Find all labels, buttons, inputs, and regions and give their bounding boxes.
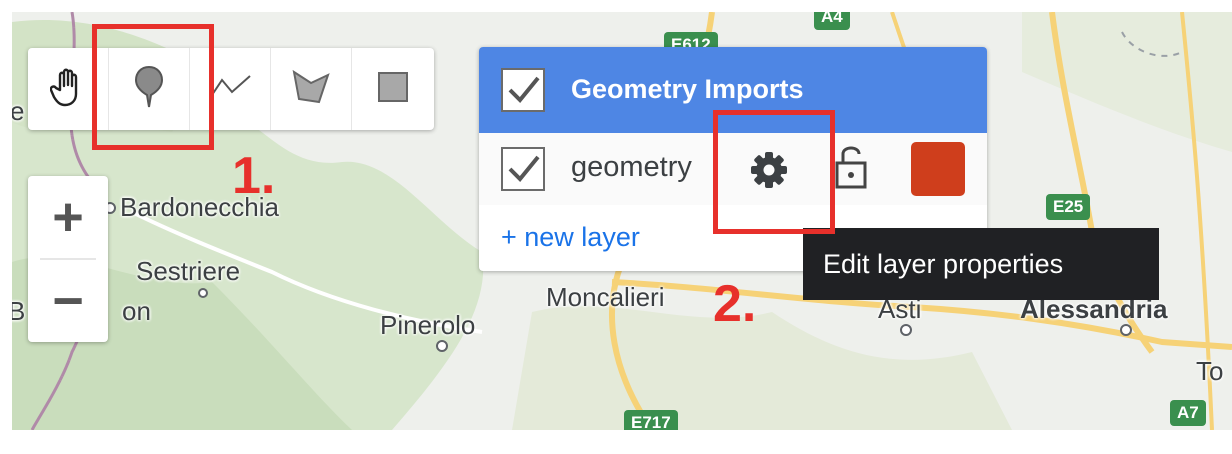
annotation-highlight-marker bbox=[92, 24, 214, 150]
road-shield-e25: E25 bbox=[1046, 194, 1091, 220]
imports-visibility-checkbox[interactable] bbox=[501, 68, 545, 112]
rectangle-icon bbox=[376, 70, 410, 109]
map-label-pinerolo: Pinerolo bbox=[380, 310, 476, 340]
polygon-icon bbox=[291, 69, 331, 110]
layer-visibility-checkbox[interactable] bbox=[501, 147, 545, 191]
checkmark-icon bbox=[508, 155, 540, 182]
map-label-sestriere: Sestriere bbox=[136, 256, 241, 286]
annotation-highlight-settings bbox=[713, 110, 835, 234]
drawing-toolbar bbox=[28, 48, 434, 130]
city-dot bbox=[436, 340, 448, 352]
annotation-step-2: 2. bbox=[713, 275, 757, 333]
checkmark-icon bbox=[508, 76, 540, 103]
zoom-control: + − bbox=[28, 176, 108, 342]
road-shield-a4: A4 bbox=[814, 12, 850, 30]
map-label-on: on bbox=[122, 296, 151, 326]
zoom-out-button[interactable]: − bbox=[28, 260, 108, 342]
polygon-tool-button[interactable] bbox=[271, 48, 352, 130]
polyline-icon bbox=[208, 72, 252, 107]
new-layer-link[interactable]: + new layer bbox=[501, 222, 640, 253]
road-shield-a7: A7 bbox=[1170, 400, 1206, 426]
rectangle-tool-button[interactable] bbox=[352, 48, 433, 130]
map-label-to: To bbox=[1196, 356, 1224, 386]
unlock-icon[interactable] bbox=[834, 143, 868, 196]
tooltip-text: Edit layer properties bbox=[823, 248, 1064, 279]
map-label-left-b: B bbox=[12, 296, 26, 326]
map-label-moncalieri: Moncalieri bbox=[546, 282, 665, 312]
city-dot bbox=[198, 288, 208, 298]
annotation-step-1: 1. bbox=[232, 147, 276, 205]
imports-title: Geometry Imports bbox=[571, 74, 804, 104]
layer-name[interactable]: geometry bbox=[571, 151, 692, 184]
tooltip: Edit layer properties bbox=[803, 228, 1159, 300]
city-dot bbox=[900, 324, 912, 336]
zoom-in-button[interactable]: + bbox=[28, 176, 108, 258]
hand-icon bbox=[49, 66, 86, 113]
layer-color-swatch[interactable] bbox=[911, 142, 965, 196]
road-shield-e717: E717 bbox=[624, 410, 678, 430]
city-dot bbox=[1120, 324, 1132, 336]
map-label-left-e: e bbox=[12, 96, 25, 126]
